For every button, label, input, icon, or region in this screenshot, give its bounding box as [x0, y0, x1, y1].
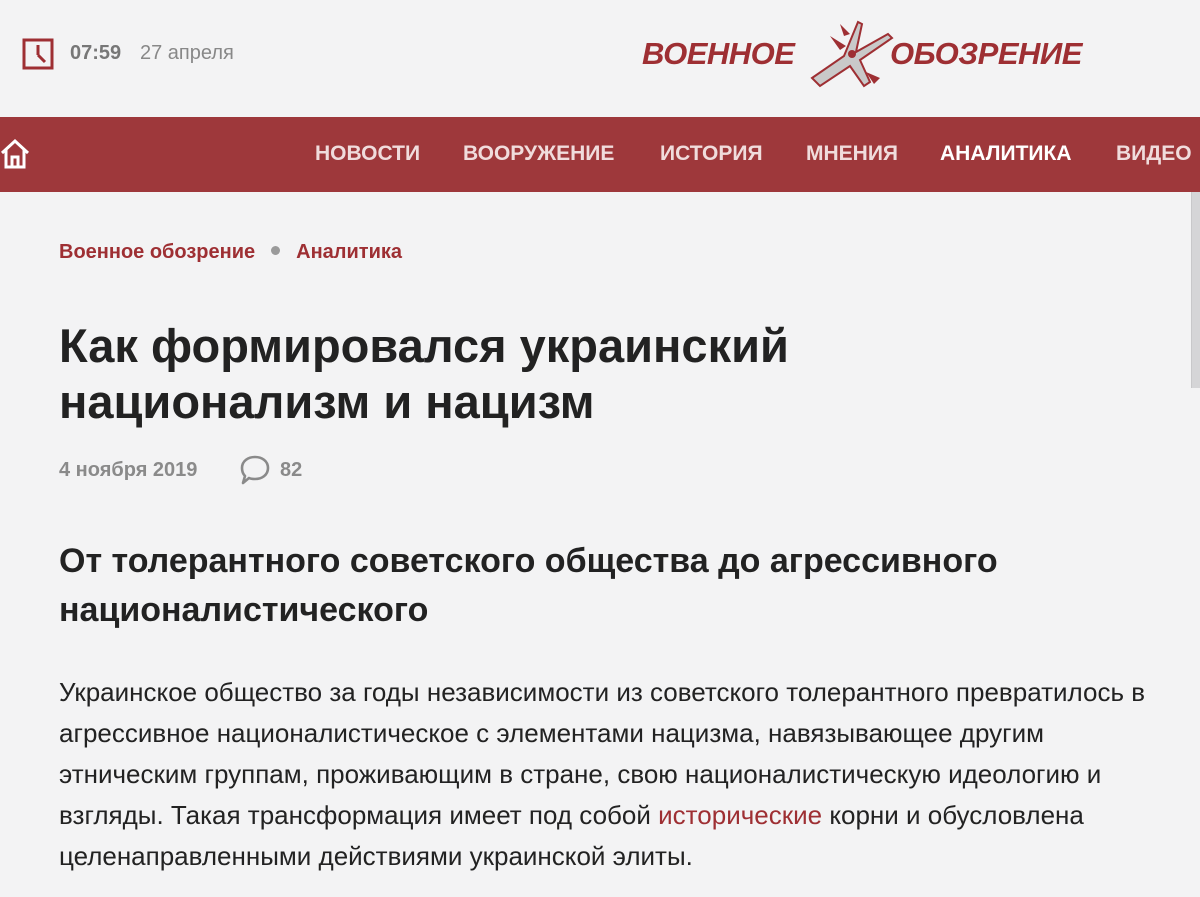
- history-link[interactable]: исторические: [658, 800, 822, 830]
- logo-text-right: ОБОЗРЕНИЕ: [890, 36, 1082, 71]
- top-bar: 07:59 27 апреля ВОЕННОЕ ОБОЗРЕНИЕ: [0, 0, 1200, 117]
- logo-text-left: ВОЕННОЕ: [642, 36, 795, 71]
- nav-item-opinions[interactable]: МНЕНИЯ: [806, 142, 898, 166]
- nav-item-history[interactable]: ИСТОРИЯ: [660, 142, 763, 166]
- nav-item-weapons[interactable]: ВООРУЖЕНИЕ: [463, 142, 614, 166]
- current-time: 07:59: [70, 42, 122, 64]
- nav-item-video[interactable]: ВИДЕО: [1116, 142, 1192, 166]
- comment-count[interactable]: 82: [280, 459, 302, 482]
- page: 07:59 27 апреля ВОЕННОЕ ОБОЗРЕНИЕ НОВОСТ…: [0, 0, 1200, 897]
- article-date: 4 ноября 2019: [59, 459, 198, 481]
- article-title: Как формировался украинский национализм …: [59, 319, 789, 428]
- breadcrumb: Военное обозрение Аналитика: [59, 241, 402, 264]
- nav-item-analytics[interactable]: АНАЛИТИКА: [940, 142, 1072, 166]
- article-subtitle: От толерантного советского общества до а…: [59, 542, 998, 629]
- nav-item-news[interactable]: НОВОСТИ: [315, 142, 420, 166]
- comment-bubble-icon[interactable]: [238, 454, 272, 488]
- fighter-jet-icon: [810, 20, 894, 88]
- article-body-paragraph: Украинское общество за годы независимост…: [59, 672, 1149, 877]
- main-nav: НОВОСТИ ВООРУЖЕНИЕ ИСТОРИЯ МНЕНИЯ АНАЛИТ…: [0, 117, 1200, 192]
- home-icon[interactable]: [0, 137, 34, 171]
- site-logo[interactable]: ВОЕННОЕ ОБОЗРЕНИЕ: [642, 16, 1112, 92]
- breadcrumb-separator: [271, 246, 281, 256]
- scrollbar[interactable]: [1191, 192, 1200, 388]
- clock-icon: [22, 38, 54, 70]
- current-date: 27 апреля: [140, 42, 234, 64]
- breadcrumb-home-link[interactable]: Военное обозрение: [59, 241, 255, 263]
- breadcrumb-section-link[interactable]: Аналитика: [296, 241, 402, 263]
